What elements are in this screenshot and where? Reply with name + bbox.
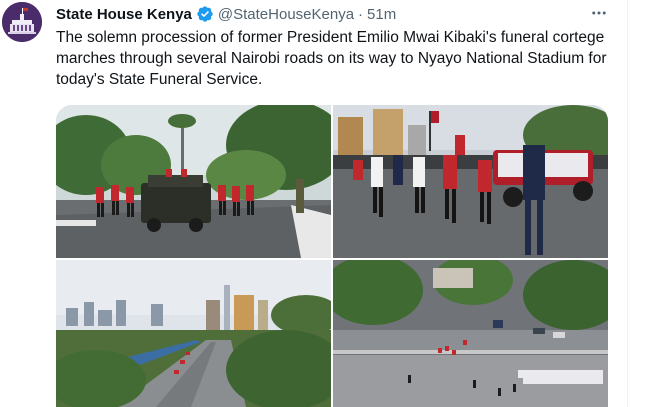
tweet-header: State House Kenya @StateHouseKenya · 51m	[56, 4, 396, 24]
timestamp[interactable]: 51m	[367, 6, 396, 23]
media-grid	[56, 105, 608, 407]
tweet-text: The solemn procession of former Presiden…	[56, 29, 607, 88]
verified-badge-icon	[196, 5, 214, 23]
photo-city-road[interactable]	[56, 260, 331, 407]
photo-procession-road[interactable]	[56, 105, 331, 258]
photo-gun-carriage[interactable]	[333, 105, 608, 258]
timeline-divider	[627, 0, 628, 407]
state-house-logo-icon	[2, 2, 42, 42]
author-name[interactable]: State House Kenya	[56, 6, 192, 23]
photo-aerial-procession[interactable]	[333, 260, 608, 407]
author-handle[interactable]: @StateHouseKenya	[218, 6, 354, 23]
separator-dot: ·	[358, 5, 364, 23]
more-horizontal-icon[interactable]	[586, 4, 612, 22]
avatar[interactable]	[2, 2, 42, 42]
